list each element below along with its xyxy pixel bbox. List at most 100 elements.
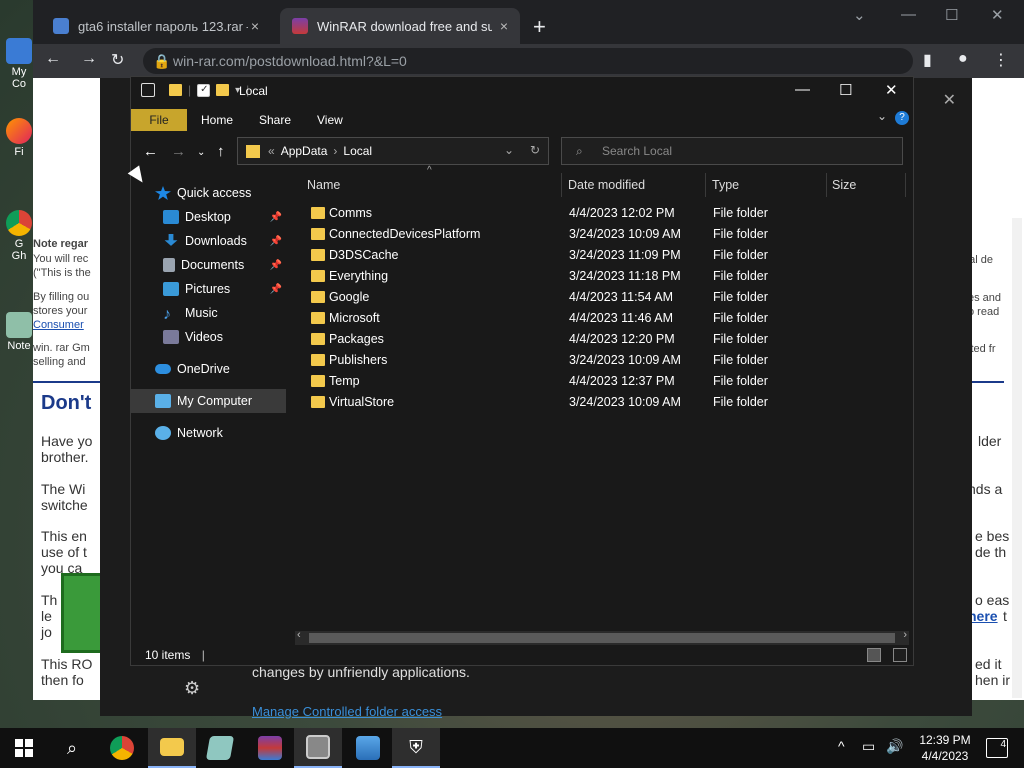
tab-file[interactable]: File xyxy=(131,109,187,131)
column-header-date[interactable]: Date modified xyxy=(568,171,645,199)
table-row[interactable]: Publishers 3/24/2023 10:09 AM File folder xyxy=(291,350,901,371)
table-row[interactable]: Packages 4/4/2023 12:20 PM File folder xyxy=(291,329,901,350)
system-menu-icon[interactable] xyxy=(141,83,155,97)
column-divider[interactable] xyxy=(905,173,906,197)
scrollbar-thumb[interactable] xyxy=(309,633,895,643)
details-view-icon[interactable] xyxy=(867,648,881,662)
maximize-icon[interactable]: ☐ xyxy=(839,81,852,99)
tab-gta6-installer[interactable]: gta6 installer пароль 123.rar — × xyxy=(41,8,271,44)
nav-item-music[interactable]: ♪ Music xyxy=(131,301,286,325)
pin-icon[interactable]: 📌 xyxy=(270,260,282,271)
taskbar-winrar[interactable] xyxy=(246,728,294,768)
properties-icon[interactable] xyxy=(197,83,211,97)
column-header-name[interactable]: Name xyxy=(307,171,340,199)
search-button[interactable]: ⌕ xyxy=(48,728,96,768)
table-row[interactable]: Comms 4/4/2023 12:02 PM File folder xyxy=(291,203,901,224)
table-row[interactable]: ConnectedDevicesPlatform 3/24/2023 10:09 … xyxy=(291,224,901,245)
taskbar-windows-security[interactable]: ⛨ xyxy=(392,728,440,768)
taskbar-notepad[interactable] xyxy=(196,728,244,768)
menu-icon[interactable]: ⋮ xyxy=(993,50,1009,70)
nav-item-desktop[interactable]: Desktop 📌 xyxy=(131,205,286,229)
minimize-icon[interactable]: — xyxy=(901,6,916,23)
tab-view[interactable]: View xyxy=(309,109,351,131)
forward-icon[interactable]: → xyxy=(81,50,97,68)
nav-item-onedrive[interactable]: OneDrive xyxy=(131,357,286,381)
back-icon[interactable]: ← xyxy=(143,143,158,160)
new-tab-button[interactable]: + xyxy=(533,14,546,40)
large-icons-view-icon[interactable] xyxy=(893,648,907,662)
manage-folder-access-link[interactable]: Manage Controlled folder access xyxy=(252,704,442,719)
volume-icon[interactable]: 🔊 xyxy=(886,738,903,755)
pin-icon[interactable]: 📌 xyxy=(270,212,282,223)
notification-center-button[interactable]: 4 xyxy=(986,738,1008,758)
system-clock[interactable]: 12:39 PM 4/4/2023 xyxy=(910,732,980,764)
refresh-icon[interactable]: ↻ xyxy=(530,143,540,157)
address-bar[interactable]: 🔒 win-rar.com/postdownload.html?&L=0 xyxy=(143,48,913,74)
chevron-down-icon[interactable]: ⌄ xyxy=(504,143,514,157)
help-icon[interactable]: ? xyxy=(895,111,909,125)
close-icon[interactable]: ✕ xyxy=(991,6,1004,24)
search-input[interactable]: ⌕ Search Local xyxy=(561,137,903,165)
profile-icon[interactable]: ● xyxy=(958,50,968,68)
column-divider[interactable] xyxy=(561,173,562,197)
taskbar-chrome[interactable] xyxy=(98,728,146,768)
minimize-icon[interactable]: — xyxy=(795,81,810,98)
maximize-icon[interactable]: ☐ xyxy=(945,6,958,24)
network-tray-icon[interactable]: ▭ xyxy=(862,738,875,755)
pin-icon[interactable]: 📌 xyxy=(270,284,282,295)
nav-item-my-computer[interactable]: My Computer xyxy=(131,389,286,413)
column-header-type[interactable]: Type xyxy=(712,171,739,199)
sidepanel-icon[interactable]: ▮ xyxy=(923,50,932,70)
desktop-icon-chrome[interactable]: G Gh xyxy=(4,210,34,262)
back-icon[interactable]: ← xyxy=(45,50,61,68)
table-row[interactable]: VirtualStore 3/24/2023 10:09 AM File folde… xyxy=(291,392,901,413)
nav-item-documents[interactable]: Documents 📌 xyxy=(131,253,286,277)
chevron-up-icon[interactable]: ^ xyxy=(838,738,845,754)
taskbar-photos[interactable] xyxy=(344,728,392,768)
desktop-icon-my-computer[interactable]: My Co xyxy=(4,38,34,90)
taskbar-file-explorer[interactable] xyxy=(148,728,196,768)
breadcrumb-overflow[interactable]: « xyxy=(268,144,275,158)
nav-item-quick-access[interactable]: Quick access xyxy=(131,181,286,205)
nav-item-downloads[interactable]: Downloads 📌 xyxy=(131,229,286,253)
desktop-icon-notepad[interactable]: Note xyxy=(4,312,34,352)
column-divider[interactable] xyxy=(705,173,706,197)
desktop-icon-firefox[interactable]: Fi xyxy=(4,118,34,158)
tab-share[interactable]: Share xyxy=(251,109,299,131)
column-header-size[interactable]: Size xyxy=(832,171,856,199)
table-row[interactable]: Temp 4/4/2023 12:37 PM File folder xyxy=(291,371,901,392)
address-bar[interactable]: « AppData › Local ⌄ ↻ xyxy=(237,137,549,165)
expand-ribbon-icon[interactable]: ⌄ xyxy=(877,109,887,123)
nav-item-network[interactable]: Network xyxy=(131,421,286,445)
here-link[interactable]: here xyxy=(968,608,998,624)
reload-icon[interactable]: ↻ xyxy=(111,50,124,70)
tab-close-icon[interactable]: × xyxy=(251,18,259,34)
scrollbar[interactable] xyxy=(1012,218,1022,698)
table-row[interactable]: Everything 3/24/2023 11:18 PM File folder xyxy=(291,266,901,287)
nav-item-pictures[interactable]: Pictures 📌 xyxy=(131,277,286,301)
gear-icon[interactable]: ⚙ xyxy=(184,678,200,699)
scroll-left-icon[interactable]: ‹ xyxy=(297,629,301,641)
column-divider[interactable] xyxy=(826,173,827,197)
close-icon[interactable]: ✕ xyxy=(943,90,956,110)
table-row[interactable]: D3DSCache 3/24/2023 11:09 PM File folder xyxy=(291,245,901,266)
consumer-link[interactable]: Consumer xyxy=(33,319,84,331)
taskbar-gta-installer[interactable] xyxy=(294,728,342,768)
recent-locations-icon[interactable]: ⌄ xyxy=(197,147,205,158)
new-folder-icon[interactable] xyxy=(216,84,230,96)
up-icon[interactable]: ↑ xyxy=(217,143,225,160)
scroll-right-icon[interactable]: › xyxy=(903,629,907,641)
breadcrumb-appdata[interactable]: AppData xyxy=(281,144,328,158)
breadcrumb-local[interactable]: Local xyxy=(343,144,372,158)
close-icon[interactable]: ✕ xyxy=(885,81,898,99)
tab-home[interactable]: Home xyxy=(193,109,241,131)
tab-close-icon[interactable]: × xyxy=(500,18,508,34)
tab-winrar-download[interactable]: WinRAR download free and supp × xyxy=(280,8,520,44)
table-row[interactable]: Microsoft 4/4/2023 11:46 AM File folder xyxy=(291,308,901,329)
chevron-down-icon[interactable]: ⌄ xyxy=(853,6,866,24)
start-button[interactable] xyxy=(0,728,48,768)
forward-icon[interactable]: → xyxy=(171,143,186,160)
nav-item-videos[interactable]: Videos xyxy=(131,325,286,349)
horizontal-scrollbar[interactable]: ‹ › xyxy=(295,629,909,645)
table-row[interactable]: Google 4/4/2023 11:54 AM File folder xyxy=(291,287,901,308)
